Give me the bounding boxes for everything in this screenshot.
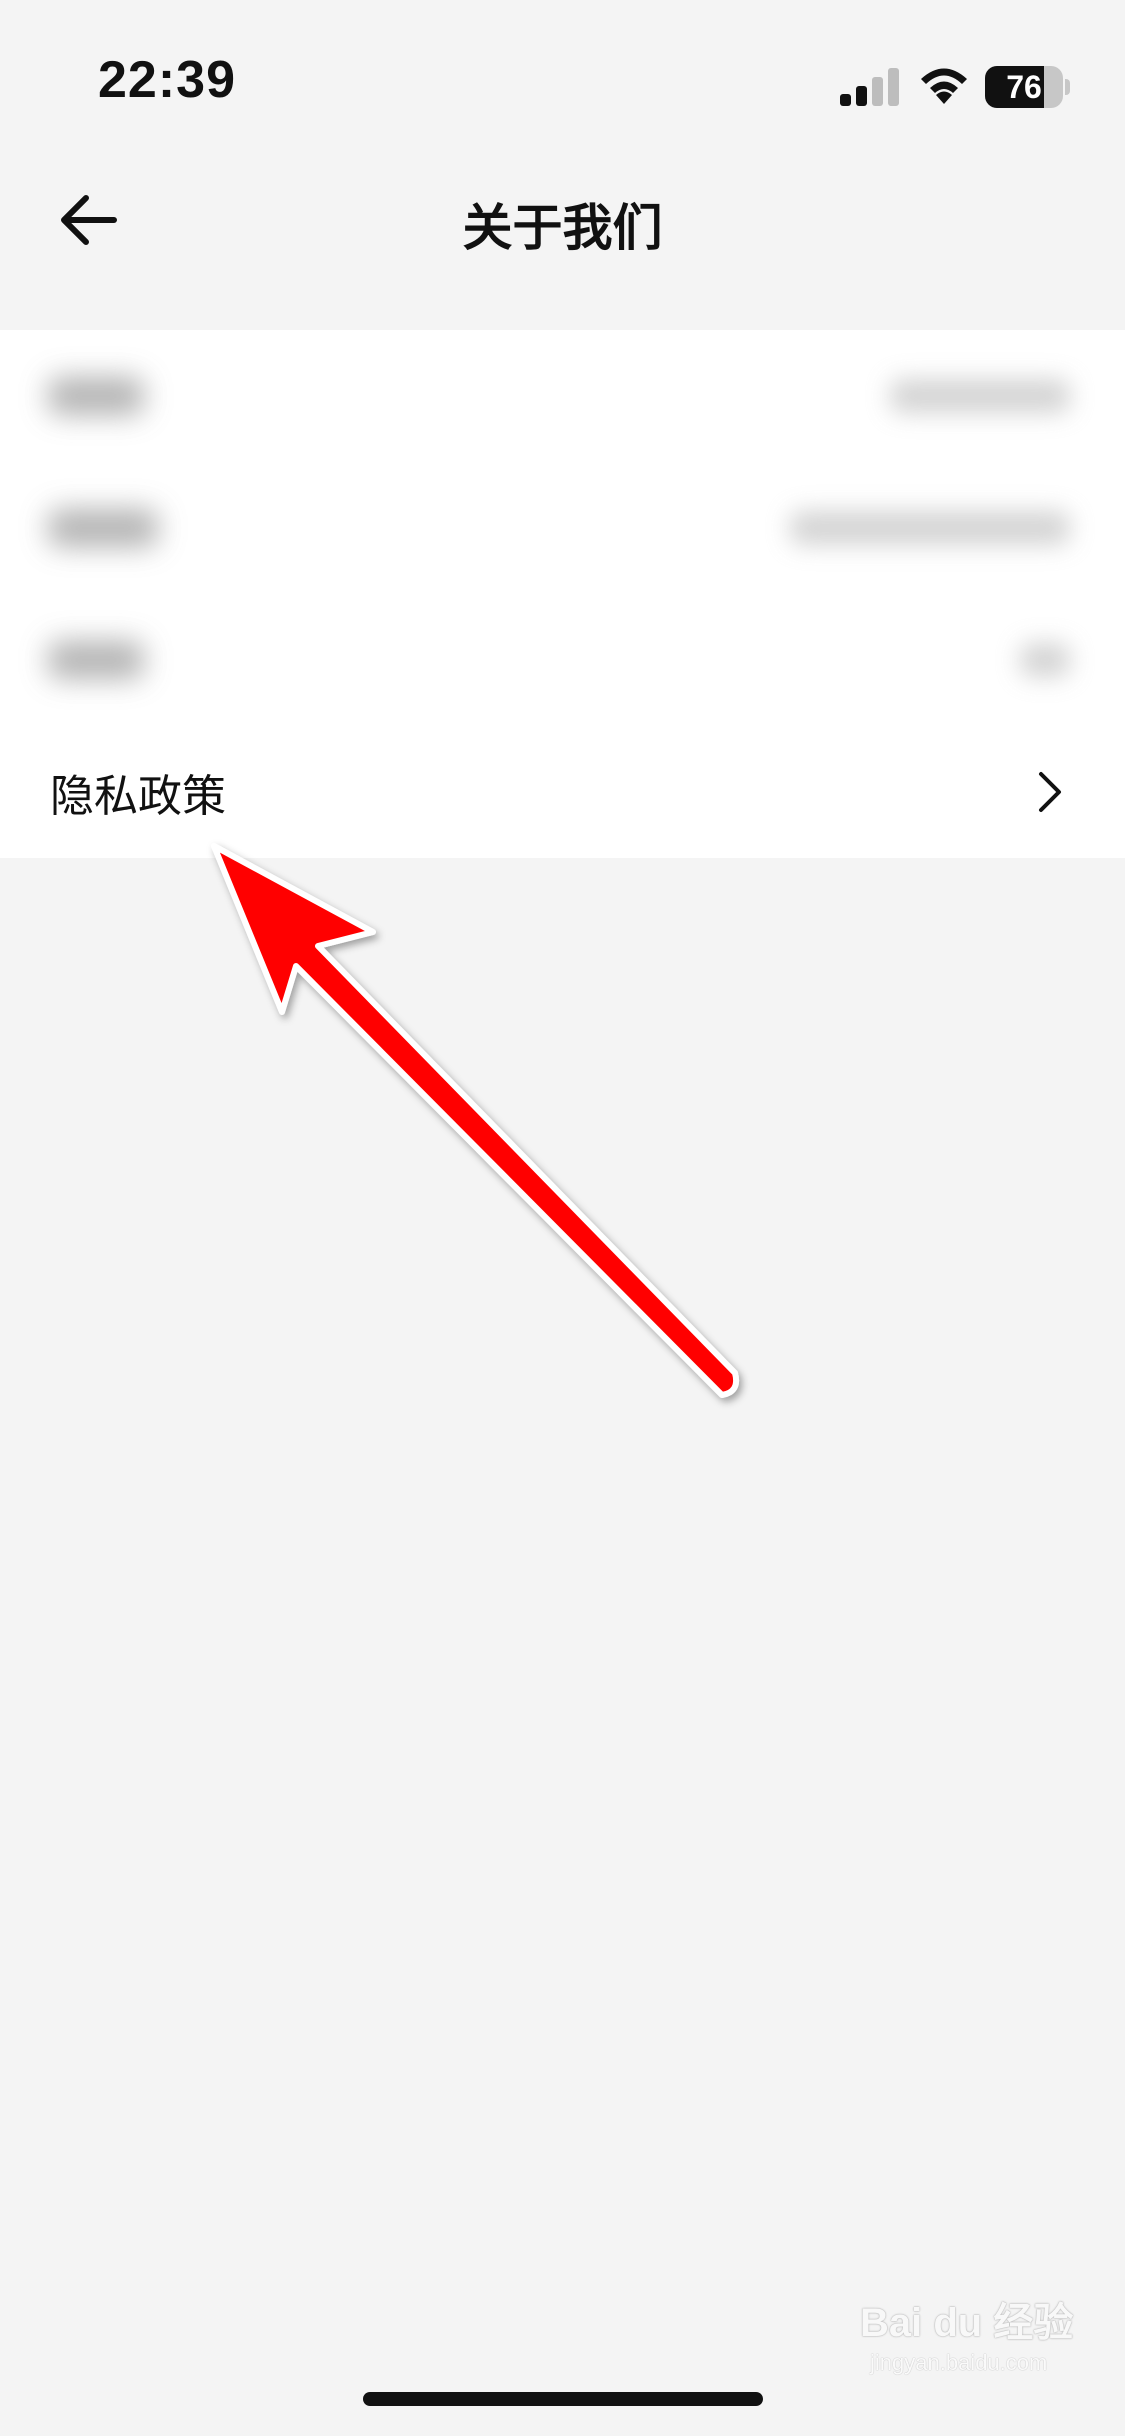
status-time: 22:39 bbox=[98, 51, 236, 109]
blurred-label bbox=[48, 377, 144, 415]
blurred-value bbox=[1020, 643, 1070, 677]
status-bar: 22:39 76 bbox=[0, 0, 1125, 150]
signal-icon bbox=[840, 68, 899, 106]
info-row-blurred-1 bbox=[0, 330, 1125, 462]
about-info-card: 隐私政策 bbox=[0, 330, 1125, 858]
watermark-brand: Bai du 经验 bbox=[860, 2301, 1074, 2345]
blurred-value bbox=[890, 379, 1070, 413]
info-row-blurred-2 bbox=[0, 462, 1125, 594]
info-row-blurred-3 bbox=[0, 594, 1125, 726]
battery-level: 76 bbox=[1006, 69, 1042, 105]
home-indicator[interactable] bbox=[363, 2392, 763, 2406]
chevron-right-icon bbox=[1039, 772, 1061, 812]
blurred-label bbox=[48, 641, 144, 679]
watermark-url: jingyan.baidu.com bbox=[870, 2350, 1048, 2375]
blurred-label bbox=[48, 509, 158, 547]
battery-icon: 76 bbox=[985, 66, 1070, 108]
baidu-jingyan-watermark: Bai du 经验 jingyan.baidu.com bbox=[860, 2290, 1090, 2380]
wifi-icon bbox=[921, 68, 967, 104]
privacy-policy-row[interactable]: 隐私政策 bbox=[0, 726, 1125, 858]
nav-bar: 关于我们 bbox=[0, 150, 1125, 330]
page-title: 关于我们 bbox=[462, 199, 663, 257]
privacy-policy-label: 隐私政策 bbox=[50, 771, 226, 822]
blurred-value bbox=[790, 511, 1070, 545]
